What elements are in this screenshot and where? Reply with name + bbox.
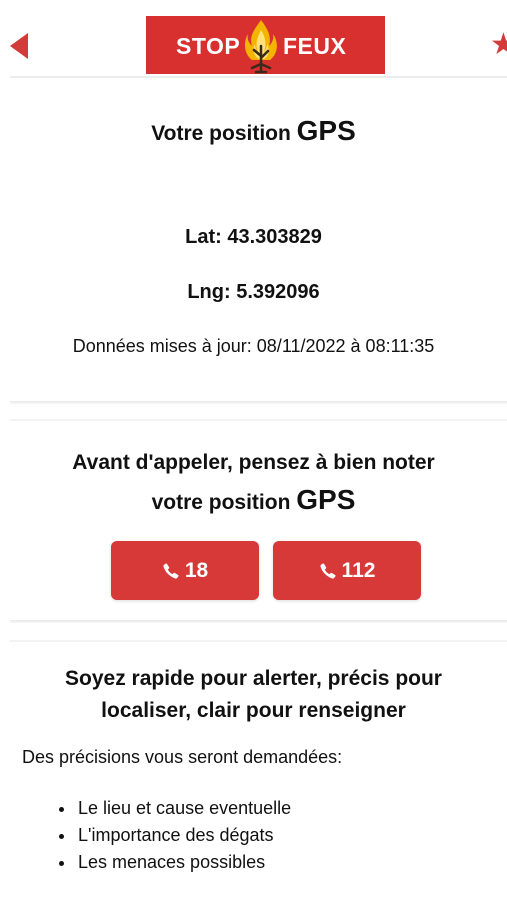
advice-list: Le lieu et cause eventuelle L'importance… xyxy=(52,795,291,876)
list-item: L'importance des dégats xyxy=(76,822,291,849)
advice-title: Soyez rapide pour alerter, précis pour l… xyxy=(0,663,507,727)
call-title-line2-text: votre position xyxy=(151,491,291,514)
call-title-gps: GPS xyxy=(296,484,356,515)
updated-timestamp: Données mises à jour: 08/11/2022 à 08:11… xyxy=(72,336,435,356)
call-112-button[interactable]: 112 xyxy=(273,541,421,600)
logo-text-feux: FEUX xyxy=(283,33,347,59)
section-divider xyxy=(10,419,507,421)
position-title-text: Votre position xyxy=(151,122,291,145)
call-instruction-title: Avant d'appeler, pensez à bien noter vot… xyxy=(0,444,507,521)
flame-tree-icon xyxy=(244,20,277,74)
advice-intro: Des précisions vous seront demandées: xyxy=(22,747,343,767)
advice-title-line1: Soyez rapide pour alerter, précis pour xyxy=(65,667,442,690)
position-title-gps: GPS xyxy=(296,115,356,146)
header-divider xyxy=(10,76,507,78)
section-divider xyxy=(10,620,507,623)
advice-title-line2: localiser, clair pour renseigner xyxy=(101,699,406,722)
call-18-button[interactable]: 18 xyxy=(111,541,259,600)
phone-icon xyxy=(163,562,179,579)
phone-icon xyxy=(319,562,336,579)
section-divider xyxy=(10,640,507,642)
call-112-label: 112 xyxy=(341,558,376,582)
call-title-line2: votre position GPS xyxy=(0,481,507,521)
longitude-value: Lng: 5.392096 xyxy=(187,281,320,303)
stop-feux-logo: STOP FEUX xyxy=(146,16,385,74)
call-title-line1: Avant d'appeler, pensez à bien noter xyxy=(72,451,435,474)
logo-text-stop: STOP xyxy=(176,33,241,59)
position-title: Votre position GPS xyxy=(0,115,507,147)
list-item: Les menaces possibles xyxy=(76,849,291,876)
section-divider xyxy=(10,401,507,404)
latitude-value: Lat: 43.303829 xyxy=(185,226,322,248)
list-item: Le lieu et cause eventuelle xyxy=(76,795,291,822)
call-18-label: 18 xyxy=(184,558,209,582)
chevron-left-icon[interactable] xyxy=(10,33,28,59)
star-icon[interactable]: ★ xyxy=(490,30,507,60)
app-header: STOP FEUX ★ xyxy=(0,0,507,76)
